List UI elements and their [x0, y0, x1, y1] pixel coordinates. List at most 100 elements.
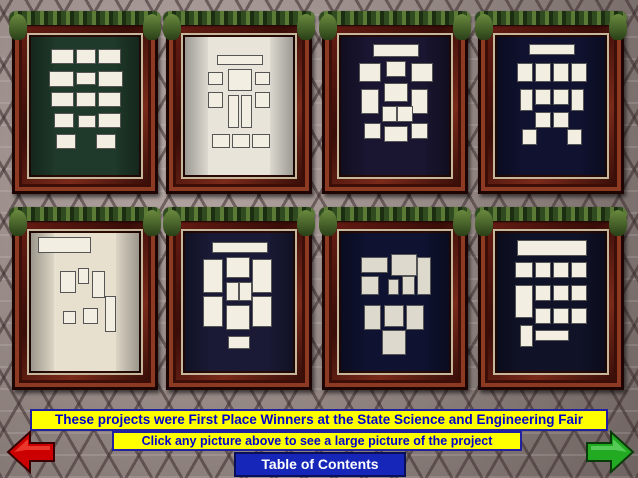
project-thumbnail-1[interactable] [9, 11, 161, 194]
poster-panel [361, 88, 380, 114]
poster-panel [535, 111, 551, 128]
poster-panel [216, 54, 264, 66]
poster-panel [383, 83, 409, 103]
garland-decoration [475, 207, 627, 236]
board-right-wing [270, 35, 295, 177]
poster-panel [98, 113, 121, 128]
back-arrow-icon[interactable] [6, 430, 56, 474]
poster-panel [517, 239, 587, 256]
poster-panel [410, 88, 429, 114]
poster-panel [98, 91, 121, 107]
project-thumbnail-3[interactable] [319, 11, 471, 194]
poster-panel [553, 63, 569, 83]
poster-panel [96, 134, 117, 150]
board-left-wing [339, 35, 364, 177]
project-thumbnail-7[interactable] [319, 207, 471, 390]
poster-panel [225, 304, 250, 330]
poster-panel [381, 106, 397, 123]
poster-panel [207, 71, 224, 86]
board-left-wing [339, 231, 364, 373]
poster-panel [535, 307, 551, 324]
project-thumbnail-4[interactable] [475, 11, 627, 194]
board-right-wing [582, 35, 607, 177]
poster-panel [397, 106, 413, 123]
poster-panel [203, 259, 224, 293]
poster-panel [207, 91, 224, 108]
poster-panel [225, 256, 250, 279]
project-photo-7 [337, 229, 453, 375]
project-photo-3 [337, 33, 453, 179]
project-photo-4 [493, 33, 609, 179]
poster-panel [60, 270, 76, 293]
poster-panel [76, 71, 96, 86]
poster-panel [78, 267, 90, 285]
poster-panel [98, 49, 121, 64]
poster-panel [553, 284, 569, 302]
poster-panel [535, 88, 551, 106]
garland-decoration [9, 207, 161, 236]
poster-panel [410, 123, 429, 140]
poster-panel [51, 91, 74, 107]
poster-panel [372, 43, 420, 57]
poster-panel [105, 296, 117, 333]
poster-panel [254, 71, 271, 86]
poster-panel [239, 282, 253, 302]
poster-panel [361, 276, 380, 296]
poster-panel [535, 330, 569, 341]
poster-panel [571, 307, 587, 324]
poster-panel [232, 134, 250, 148]
poster-panel [227, 94, 239, 128]
poster-panel [401, 276, 415, 296]
poster-panel [241, 94, 253, 128]
poster-panel [254, 91, 271, 108]
garland-decoration [319, 207, 471, 236]
board-right-wing [270, 231, 295, 373]
project-thumbnail-2[interactable] [163, 11, 315, 194]
poster-panel [553, 88, 569, 106]
poster-panel [410, 63, 433, 83]
poster-panel [51, 49, 74, 64]
poster-panel [535, 262, 551, 279]
poster-panel [528, 43, 576, 56]
board-right-wing [116, 231, 141, 373]
poster-panel [62, 310, 76, 324]
table-of-contents-button[interactable]: Table of Contents [234, 452, 406, 477]
poster-panel [252, 259, 273, 293]
project-photo-6 [181, 229, 297, 375]
poster-panel [535, 63, 551, 83]
project-thumbnail-5[interactable] [9, 207, 161, 390]
poster-panel [76, 49, 96, 64]
gallery-caption: These projects were First Place Winners … [30, 409, 608, 431]
garland-decoration [475, 11, 627, 40]
poster-panel [82, 307, 99, 324]
poster-panel [519, 88, 533, 111]
project-photo-1 [27, 33, 143, 179]
poster-panel [227, 69, 253, 91]
poster-panel [521, 128, 538, 145]
poster-panel [386, 60, 406, 77]
poster-panel [383, 304, 404, 327]
poster-panel [98, 70, 123, 87]
board-left-wing [29, 35, 54, 177]
poster-panel [553, 307, 569, 324]
poster-panel [417, 256, 431, 296]
poster-panel [571, 88, 585, 111]
poster-panel [381, 330, 406, 356]
garland-decoration [9, 11, 161, 40]
poster-panel [55, 134, 76, 150]
project-photo-2 [181, 33, 297, 179]
garland-decoration [319, 11, 471, 40]
poster-panel [553, 111, 569, 128]
board-left-wing [495, 35, 520, 177]
poster-panel [388, 279, 400, 296]
poster-panel [517, 63, 533, 83]
board-right-wing [426, 35, 451, 177]
project-thumbnail-8[interactable] [475, 207, 627, 390]
garland-decoration [163, 207, 315, 236]
project-gallery [0, 0, 638, 400]
poster-panel [49, 70, 74, 87]
poster-panel [383, 125, 409, 143]
poster-panel [78, 114, 96, 128]
project-thumbnail-6[interactable] [163, 207, 315, 390]
next-arrow-icon[interactable] [585, 430, 635, 474]
